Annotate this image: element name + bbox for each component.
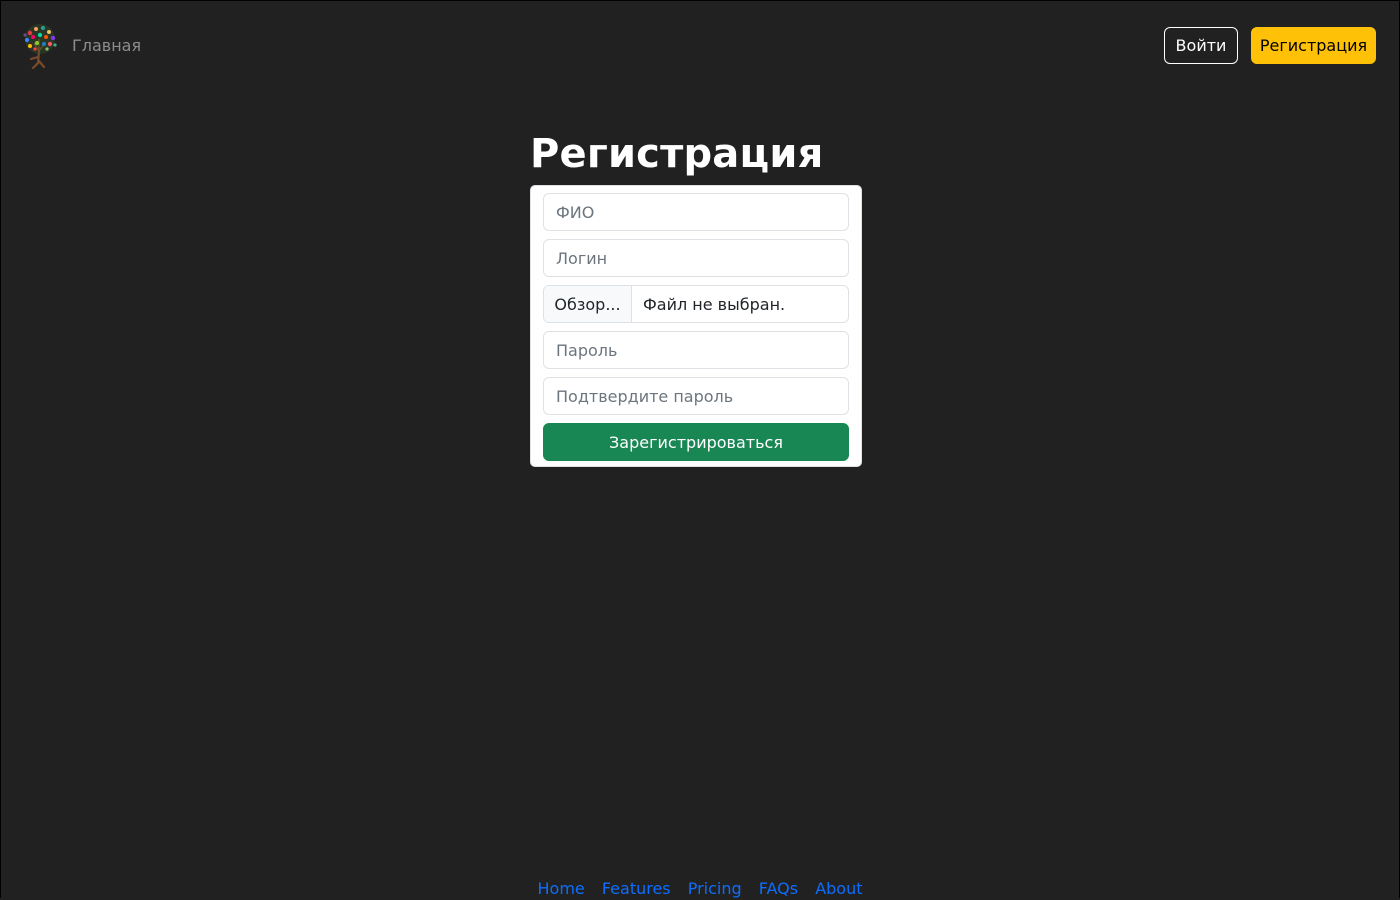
tree-logo-icon[interactable] <box>16 21 64 69</box>
footer-link-about[interactable]: About <box>815 879 862 898</box>
full-name-input[interactable] <box>543 193 849 231</box>
login-button[interactable]: Войти <box>1164 27 1238 64</box>
register-button[interactable]: Регистрация <box>1251 27 1376 64</box>
file-browse-button[interactable]: Обзор... <box>544 286 632 322</box>
avatar-file-input[interactable]: Обзор... Файл не выбран. <box>543 285 849 323</box>
confirm-password-input[interactable] <box>543 377 849 415</box>
page-title: Регистрация <box>530 131 824 177</box>
footer-link-faqs[interactable]: FAQs <box>759 879 798 898</box>
footer-nav: Home Features Pricing FAQs About <box>0 878 1400 900</box>
file-status-text: Файл не выбран. <box>643 294 786 314</box>
footer-link-features[interactable]: Features <box>602 879 671 898</box>
password-input[interactable] <box>543 331 849 369</box>
nav-home-link[interactable]: Главная <box>72 35 141 57</box>
footer-link-pricing[interactable]: Pricing <box>688 879 742 898</box>
footer-link-home[interactable]: Home <box>538 879 585 898</box>
login-input[interactable] <box>543 239 849 277</box>
submit-register-button[interactable]: Зарегистрироваться <box>543 423 849 461</box>
registration-form: Обзор... Файл не выбран. Зарегистрироват… <box>530 185 862 467</box>
